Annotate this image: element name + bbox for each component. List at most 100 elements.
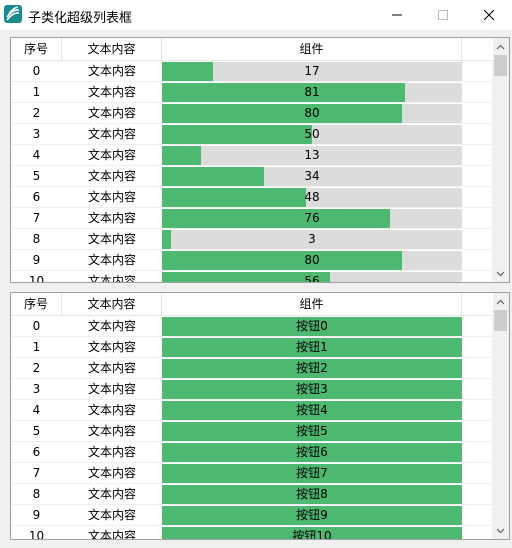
- scroll-down-button[interactable]: [492, 522, 509, 539]
- row-button[interactable]: 按钮9: [162, 506, 462, 525]
- row-text: 文本内容: [87, 508, 136, 522]
- row-index: 5: [32, 169, 41, 183]
- list-row[interactable]: 2 文本内容 按钮2: [11, 358, 493, 379]
- row-index: 7: [32, 466, 41, 480]
- row-button[interactable]: 按钮0: [162, 317, 462, 336]
- progress-value: 80: [304, 106, 320, 120]
- row-text: 文本内容: [87, 382, 136, 396]
- row-button[interactable]: 按钮4: [162, 401, 462, 420]
- close-button[interactable]: [466, 0, 512, 30]
- row-button[interactable]: 按钮3: [162, 380, 462, 399]
- row-button[interactable]: 按钮1: [162, 338, 462, 357]
- column-header-index[interactable]: 序号: [11, 293, 62, 315]
- list-row[interactable]: 6 文本内容 按钮6: [11, 442, 493, 463]
- row-index: 3: [32, 127, 41, 141]
- list-row[interactable]: 6 文本内容 48: [11, 187, 493, 208]
- row-button[interactable]: 按钮10: [162, 527, 462, 539]
- row-index: 1: [32, 340, 41, 354]
- row-button[interactable]: 按钮2: [162, 359, 462, 378]
- vertical-scrollbar[interactable]: [492, 38, 509, 282]
- list-row[interactable]: 4 文本内容 13: [11, 145, 493, 166]
- list-row[interactable]: 1 文本内容 按钮1: [11, 337, 493, 358]
- list-row[interactable]: 0 文本内容 17: [11, 61, 493, 82]
- maximize-icon: [438, 10, 448, 20]
- list-row[interactable]: 10 文本内容 56: [11, 271, 493, 283]
- maximize-button[interactable]: [420, 0, 466, 30]
- list-row[interactable]: 1 文本内容 81: [11, 82, 493, 103]
- list-row[interactable]: 9 文本内容 按钮9: [11, 505, 493, 526]
- column-header-text[interactable]: 文本内容: [62, 38, 162, 60]
- column-header-component[interactable]: 组件: [162, 38, 462, 60]
- list-row[interactable]: 5 文本内容 按钮5: [11, 421, 493, 442]
- minimize-icon: [392, 14, 402, 16]
- row-index: 3: [32, 382, 41, 396]
- row-index: 8: [32, 487, 41, 501]
- row-text: 文本内容: [87, 232, 136, 246]
- row-text: 文本内容: [87, 64, 136, 78]
- row-text: 文本内容: [87, 253, 136, 267]
- row-text: 文本内容: [87, 127, 136, 141]
- row-index: 10: [28, 529, 45, 540]
- list-row[interactable]: 10 文本内容 按钮10: [11, 526, 493, 540]
- vertical-scrollbar[interactable]: [492, 293, 509, 539]
- list-row[interactable]: 2 文本内容 80: [11, 103, 493, 124]
- progress-value: 50: [304, 127, 320, 141]
- row-button[interactable]: 按钮6: [162, 443, 462, 462]
- scroll-thumb[interactable]: [494, 310, 507, 331]
- list-header: 序号 文本内容 组件: [11, 293, 493, 316]
- scroll-up-button[interactable]: [492, 293, 509, 310]
- row-index: 1: [32, 85, 41, 99]
- progress-bar: 50: [162, 125, 462, 144]
- list-row[interactable]: 7 文本内容 76: [11, 208, 493, 229]
- progress-bar: 76: [162, 209, 462, 228]
- column-header-component[interactable]: 组件: [162, 293, 462, 315]
- row-index: 2: [32, 106, 41, 120]
- row-index: 9: [32, 508, 41, 522]
- list-row[interactable]: 0 文本内容 按钮0: [11, 316, 493, 337]
- list-row[interactable]: 7 文本内容 按钮7: [11, 463, 493, 484]
- row-button[interactable]: 按钮7: [162, 464, 462, 483]
- progress-bar: 17: [162, 62, 462, 81]
- list-row[interactable]: 4 文本内容 按钮4: [11, 400, 493, 421]
- scroll-up-button[interactable]: [492, 38, 509, 55]
- progress-bar: 81: [162, 83, 462, 102]
- row-text: 文本内容: [87, 424, 136, 438]
- minimize-button[interactable]: [374, 0, 420, 30]
- row-text: 文本内容: [87, 445, 136, 459]
- row-index: 10: [28, 274, 45, 283]
- chevron-down-icon: [496, 271, 505, 276]
- list-header: 序号 文本内容 组件: [11, 38, 493, 61]
- row-text: 文本内容: [87, 274, 136, 283]
- chevron-up-icon: [496, 44, 505, 49]
- row-button[interactable]: 按钮5: [162, 422, 462, 441]
- progress-bar: 48: [162, 188, 462, 207]
- list-row[interactable]: 8 文本内容 按钮8: [11, 484, 493, 505]
- progress-value: 17: [304, 64, 320, 78]
- row-text: 文本内容: [87, 319, 136, 333]
- progress-list[interactable]: 序号 文本内容 组件 0 文本内容 17 1 文本内容 81 2 文本内容 80 3 文本内容 50 4…: [10, 37, 510, 283]
- button-list[interactable]: 序号 文本内容 组件 0 文本内容 按钮0 1 文本内容 按钮1 2 文本内容 按钮2 3 文本内容…: [10, 292, 510, 540]
- row-text: 文本内容: [87, 466, 136, 480]
- scroll-thumb[interactable]: [494, 55, 507, 76]
- row-index: 4: [32, 148, 41, 162]
- row-index: 0: [32, 319, 41, 333]
- progress-value: 76: [304, 211, 320, 225]
- progress-value: 48: [304, 190, 320, 204]
- row-text: 文本内容: [87, 190, 136, 204]
- scroll-down-button[interactable]: [492, 265, 509, 282]
- list-row[interactable]: 5 文本内容 34: [11, 166, 493, 187]
- progress-bar: 56: [162, 272, 462, 282]
- progress-value: 34: [304, 169, 320, 183]
- list-row[interactable]: 9 文本内容 80: [11, 250, 493, 271]
- list-row[interactable]: 3 文本内容 按钮3: [11, 379, 493, 400]
- list-row[interactable]: 8 文本内容 3: [11, 229, 493, 250]
- row-text: 文本内容: [87, 487, 136, 501]
- column-header-text[interactable]: 文本内容: [62, 293, 162, 315]
- column-header-index[interactable]: 序号: [11, 38, 62, 60]
- row-button[interactable]: 按钮8: [162, 485, 462, 504]
- list-row[interactable]: 3 文本内容 50: [11, 124, 493, 145]
- app-icon: [4, 5, 22, 23]
- chevron-down-icon: [496, 528, 505, 533]
- row-text: 文本内容: [87, 403, 136, 417]
- progress-value: 80: [304, 253, 320, 267]
